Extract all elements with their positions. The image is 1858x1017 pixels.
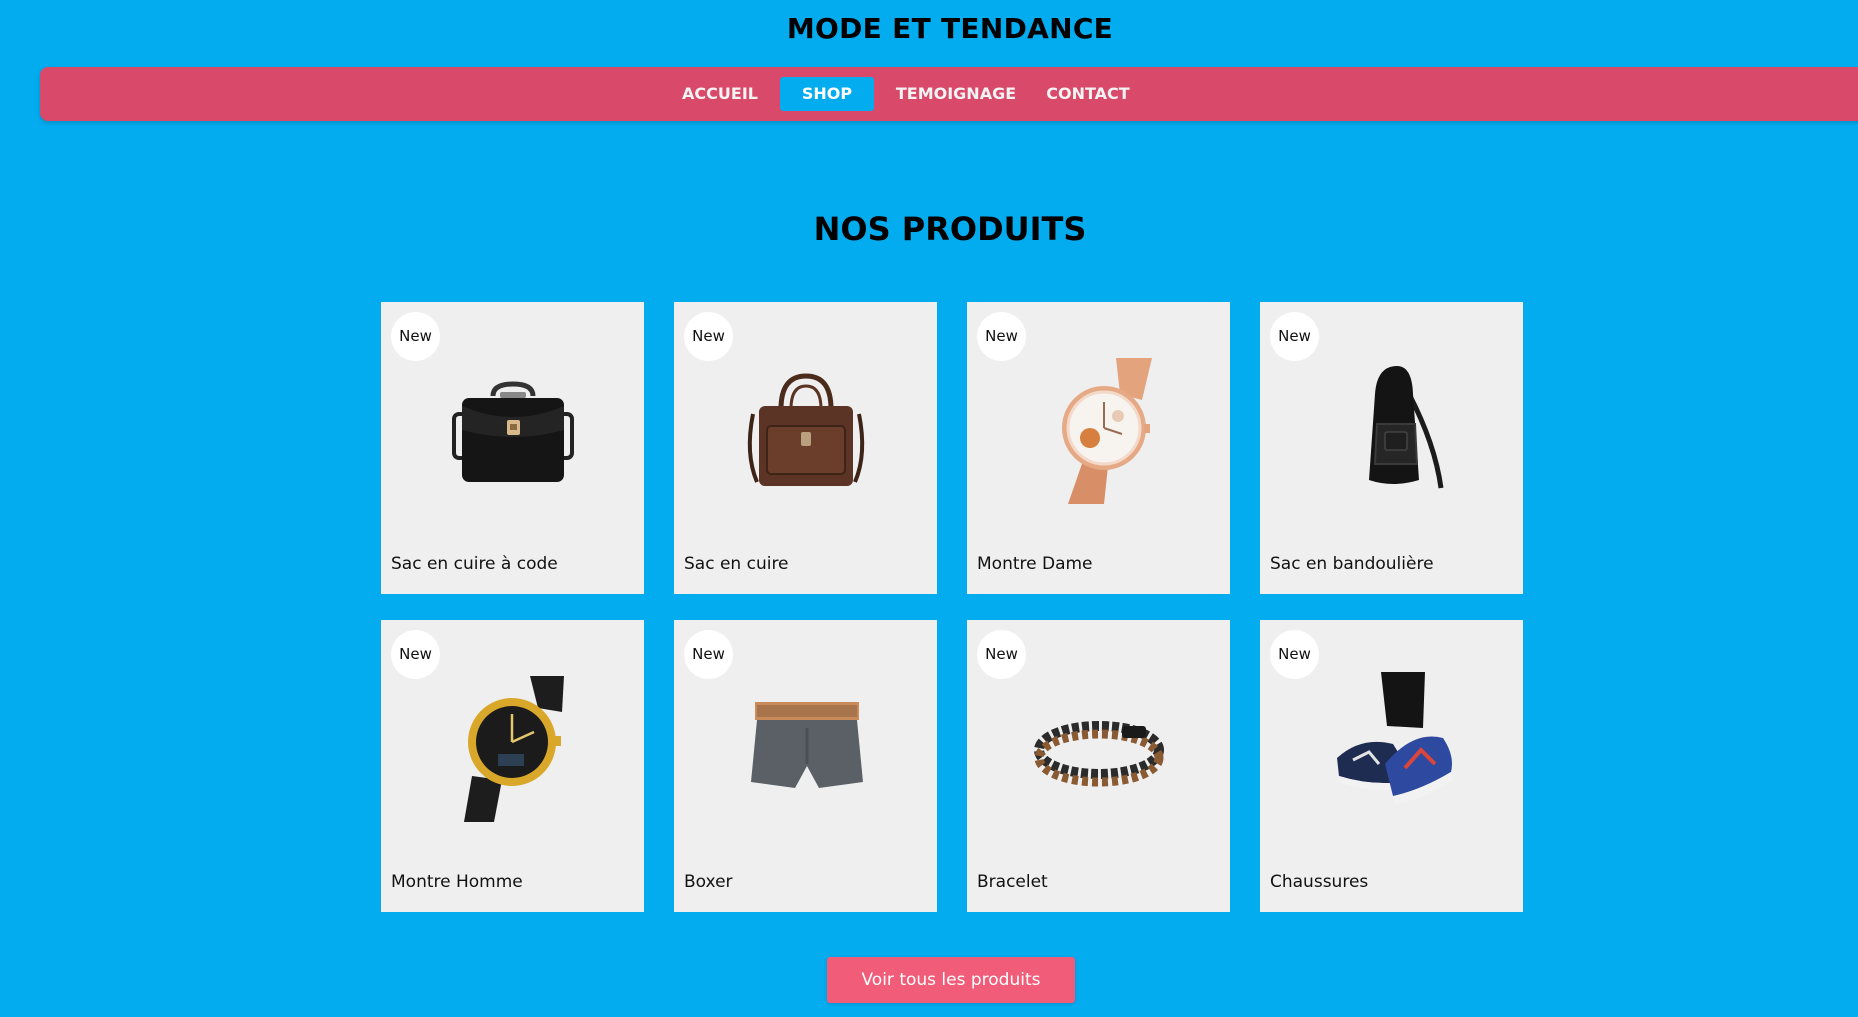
leather-bag-image <box>747 373 864 486</box>
new-badge: New <box>977 630 1026 679</box>
nav-item-accueil[interactable]: ACCUEIL <box>680 77 760 111</box>
new-badge: New <box>391 630 440 679</box>
product-name: Montre Dame <box>977 554 1093 574</box>
bracelet-image <box>1033 721 1164 787</box>
briefcase-image <box>451 381 574 482</box>
product-card[interactable]: New Sac en cuire <box>674 302 937 594</box>
nav-item-temoignage[interactable]: TEMOIGNAGE <box>892 77 1020 111</box>
product-card[interactable]: New Chaussures <box>1260 620 1523 912</box>
new-badge: New <box>391 312 440 361</box>
nav-item-shop[interactable]: SHOP <box>780 77 874 111</box>
product-card[interactable]: New Montre Dame <box>967 302 1230 594</box>
new-badge: New <box>684 312 733 361</box>
product-card[interactable]: New Boxer <box>674 620 937 912</box>
product-card[interactable]: New Montre Homme <box>381 620 644 912</box>
product-card[interactable]: New Sac en bandoulière <box>1260 302 1523 594</box>
product-name: Sac en bandoulière <box>1270 554 1434 574</box>
product-name: Montre Homme <box>391 872 523 892</box>
product-card[interactable]: New Sac en cuire à code <box>381 302 644 594</box>
products-section-title: NOS PRODUITS <box>813 210 1087 248</box>
nav-item-contact[interactable]: CONTACT <box>1040 77 1136 111</box>
new-badge: New <box>1270 312 1319 361</box>
product-name: Chaussures <box>1270 872 1369 892</box>
product-name: Sac en cuire <box>684 554 789 574</box>
main-navbar: ACCUEIL SHOP TEMOIGNAGE CONTACT <box>40 67 1858 121</box>
site-title: MODE ET TENDANCE <box>786 12 1114 45</box>
product-name: Boxer <box>684 872 733 892</box>
mens-watch-image <box>463 676 564 822</box>
new-badge: New <box>1270 630 1319 679</box>
product-name: Bracelet <box>977 872 1048 892</box>
sneakers-image <box>1336 672 1453 804</box>
sling-bag-image <box>1368 366 1443 489</box>
product-name: Sac en cuire à code <box>391 554 558 574</box>
new-badge: New <box>977 312 1026 361</box>
view-all-products-button[interactable]: Voir tous les produits <box>827 957 1075 1003</box>
boxer-image <box>750 702 863 788</box>
product-grid: New Sac en cuire à code New Sac en cuire <box>381 302 1523 912</box>
new-badge: New <box>684 630 733 679</box>
ladies-watch-image <box>1061 358 1152 504</box>
product-card[interactable]: New Bracelet <box>967 620 1230 912</box>
